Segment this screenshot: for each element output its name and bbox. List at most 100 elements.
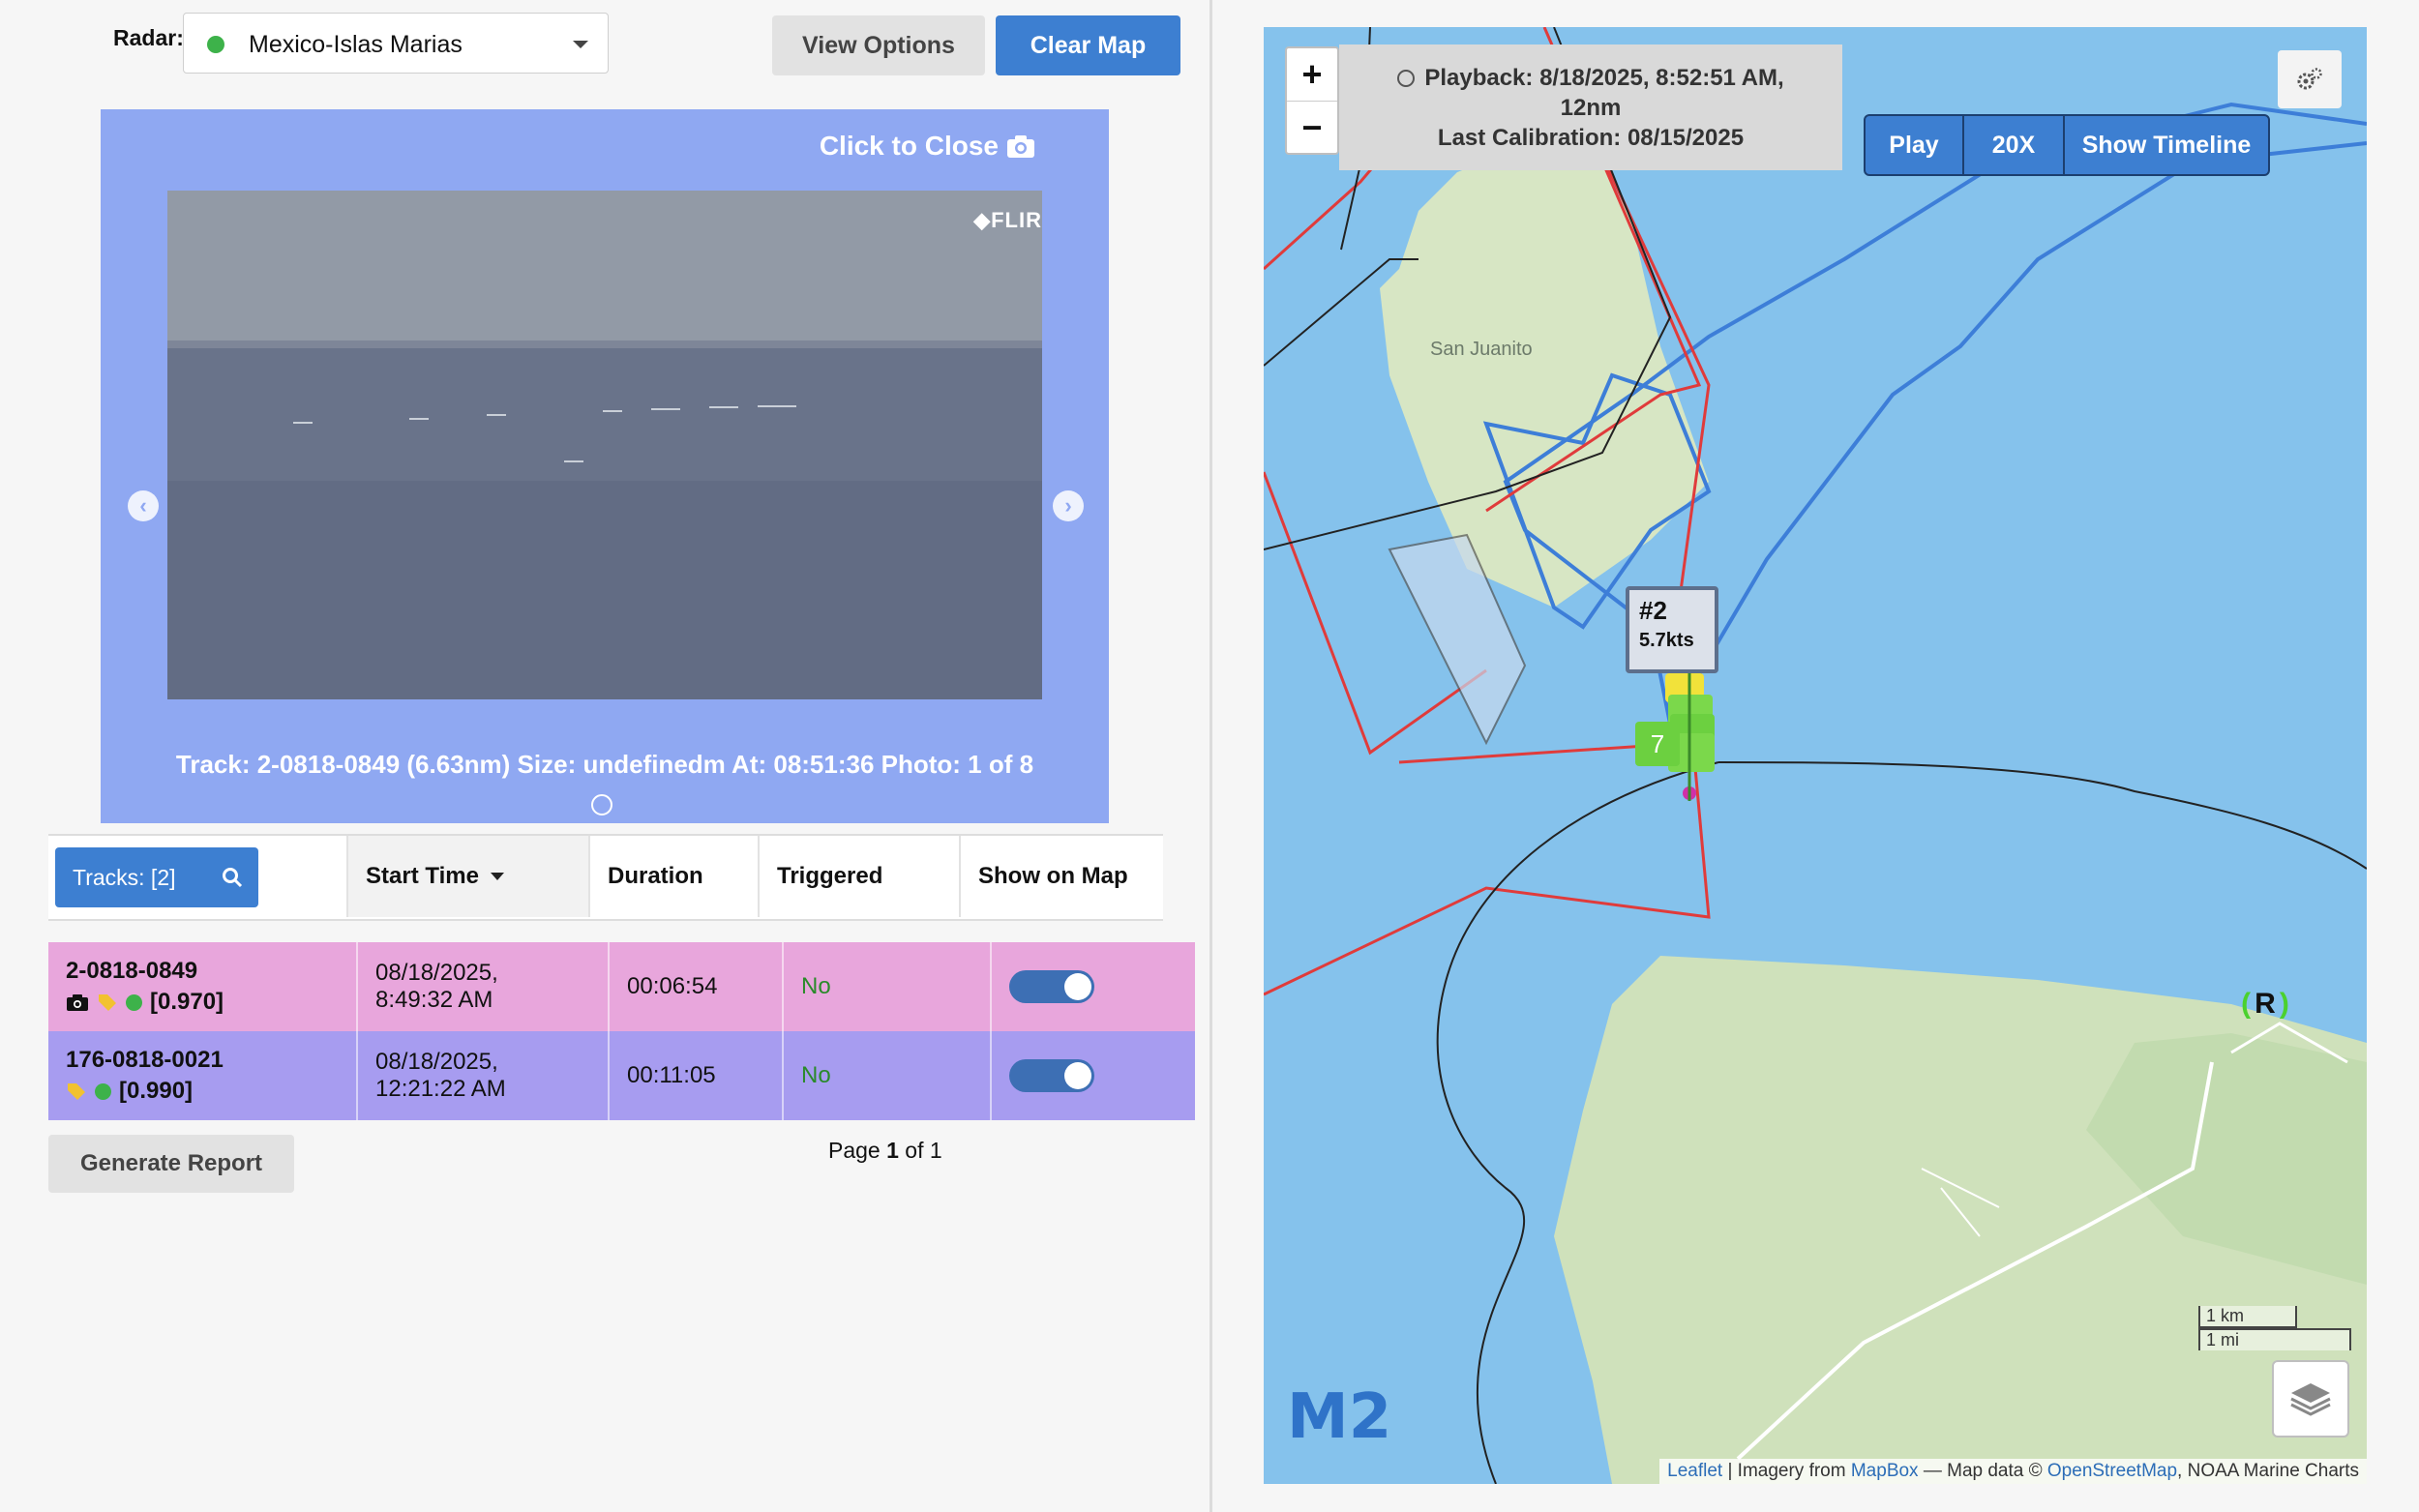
track-tag-speed: 5.7kts [1639, 630, 1694, 651]
triggered-cell: No [782, 1031, 990, 1120]
radar-select-value: Mexico-Islas Marias [249, 31, 463, 58]
track-score: [0.970] [150, 989, 224, 1015]
scale-mi: 1 mi [2198, 1328, 2351, 1350]
search-icon [223, 868, 243, 888]
column-start-time[interactable]: Start Time [346, 836, 588, 917]
caret-down-icon [573, 41, 588, 48]
tag-icon [99, 994, 116, 1011]
view-options-button[interactable]: View Options [772, 15, 985, 75]
flir-diamond-icon: ◆ [973, 208, 992, 232]
attribution-text: | Imagery from [1722, 1461, 1851, 1481]
show-on-map-toggle[interactable] [1009, 1059, 1094, 1092]
radar-waves-icon: ( [2241, 988, 2252, 1020]
pager-total: 1 [929, 1138, 942, 1163]
duration-cell: 00:11:05 [608, 1031, 782, 1120]
map-scale: 1 km 1 mi [2198, 1306, 2351, 1350]
column-show-on-map[interactable]: Show on Map [959, 836, 1163, 917]
flir-text: FLIR [991, 208, 1042, 232]
duration-cell: 00:06:54 [608, 942, 782, 1031]
photo-viewer: Click to Close ◆FLIR ‹ › Track: 2-0818-0… [101, 109, 1109, 823]
map-attribution: Leaflet | Imagery from MapBox — Map data… [1659, 1459, 2367, 1484]
track-position-marker[interactable]: 7 [1635, 722, 1680, 766]
track-tag[interactable]: #2 5.7kts [1626, 586, 1718, 673]
leaflet-link[interactable]: Leaflet [1667, 1461, 1722, 1481]
map-settings-button[interactable] [2278, 50, 2342, 108]
start-time-cell: 08/18/2025, 12:21:22 AM [356, 1031, 608, 1120]
layers-button[interactable] [2272, 1360, 2349, 1438]
camera-icon [1007, 135, 1034, 158]
radar-marker-label: R [2255, 988, 2276, 1020]
sort-down-icon [490, 873, 504, 880]
pagination: Page 1 of 1 [828, 1138, 942, 1164]
radar-site-marker[interactable]: ( R ) [2231, 980, 2299, 1028]
m2-logo: M2 [1287, 1381, 1391, 1453]
playback-time: Playback: 8/18/2025, 8:52:51 AM, [1424, 64, 1784, 91]
track-id-cell: 2-0818-0849 [0.970] [48, 942, 356, 1031]
tracks-table-header: Tracks: [2] Start Time Duration Triggere… [48, 834, 1163, 921]
pager-current: 1 [886, 1138, 899, 1163]
last-calibration: Last Calibration: 08/15/2025 [1437, 124, 1745, 151]
attribution-text: — Map data © [1918, 1461, 2047, 1481]
playback-range: 12nm [1560, 94, 1622, 121]
panel-divider[interactable] [1210, 0, 1212, 1512]
radar-select[interactable]: Mexico-Islas Marias [183, 13, 609, 74]
clock-icon [1397, 69, 1416, 87]
logo-text: M2 [1287, 1381, 1392, 1453]
clear-map-button[interactable]: Clear Map [996, 15, 1180, 75]
table-row[interactable]: 176-0818-0021 [0.990] 08/18/2025, 12:21:… [48, 1031, 1195, 1120]
track-id: 2-0818-0849 [66, 958, 198, 984]
start-time: 8:49:32 AM [375, 987, 493, 1013]
sea-horizon-image [167, 191, 1042, 699]
show-on-map-cell [990, 1031, 1195, 1120]
start-time: 12:21:22 AM [375, 1076, 506, 1102]
attribution-text: , NOAA Marine Charts [2177, 1461, 2359, 1481]
mapbox-link[interactable]: MapBox [1851, 1461, 1919, 1481]
play-button[interactable]: Play [1864, 114, 1964, 176]
camera-photo: ◆FLIR [167, 191, 1042, 699]
status-dot-icon [126, 993, 142, 1011]
show-timeline-button[interactable]: Show Timeline [2063, 114, 2270, 176]
zoom-control: + − [1285, 46, 1339, 155]
gears-icon [2297, 68, 2322, 90]
zoom-in-button[interactable]: + [1287, 48, 1337, 102]
scale-km: 1 km [2198, 1306, 2297, 1328]
tracks-count-label: Tracks: [2] [73, 864, 176, 890]
track-id-cell: 176-0818-0021 [0.990] [48, 1031, 356, 1120]
status-dot-icon [207, 36, 224, 53]
flir-logo: ◆FLIR [973, 208, 1042, 233]
click-to-close-button[interactable]: Click to Close [820, 131, 1035, 162]
track-id: 176-0818-0021 [66, 1047, 224, 1073]
next-photo-arrow[interactable]: › [1053, 490, 1084, 521]
track-tag-id: #2 [1639, 596, 1667, 625]
table-row[interactable]: 2-0818-0849 [0.970] 08/18/2025, 8:49:32 … [48, 942, 1195, 1031]
place-label: San Juanito [1430, 339, 1533, 360]
map[interactable]: 7 #2 5.7kts San Juanito ( R ) + − Playba… [1264, 27, 2367, 1484]
previous-photo-arrow[interactable]: ‹ [128, 490, 159, 521]
start-date: 08/18/2025, [375, 1049, 498, 1075]
tracks-search-button[interactable]: Tracks: [2] [55, 847, 258, 907]
status-dot-icon [95, 1082, 111, 1100]
column-start-time-label: Start Time [366, 863, 479, 889]
triggered-cell: No [782, 942, 990, 1031]
column-triggered[interactable]: Triggered [758, 836, 959, 917]
column-duration[interactable]: Duration [588, 836, 758, 917]
toggle-knob [1064, 973, 1091, 1000]
track-caption: Track: 2-0818-0849 (6.63nm) Size: undefi… [175, 750, 1034, 779]
osm-link[interactable]: OpenStreetMap [2047, 1461, 2177, 1481]
track-score: [0.990] [119, 1078, 194, 1104]
map-canvas[interactable] [1264, 27, 2367, 1484]
zoom-out-button[interactable]: − [1287, 102, 1337, 154]
close-label: Click to Close [819, 131, 999, 161]
pager-prefix: Page [828, 1138, 881, 1163]
toggle-knob [1064, 1062, 1091, 1089]
pager-of: of [905, 1138, 924, 1163]
show-on-map-toggle[interactable] [1009, 970, 1094, 1003]
radar-label: Radar: [113, 25, 184, 50]
compass-icon[interactable] [591, 794, 612, 815]
camera-icon [67, 994, 88, 1011]
layers-icon [2290, 1383, 2331, 1416]
playback-speed-button[interactable]: 20X [1962, 114, 2065, 176]
generate-report-button[interactable]: Generate Report [48, 1135, 294, 1193]
playback-info: Playback: 8/18/2025, 8:52:51 AM, 12nm La… [1339, 44, 1842, 170]
radar-waves-icon: ) [2279, 988, 2289, 1020]
